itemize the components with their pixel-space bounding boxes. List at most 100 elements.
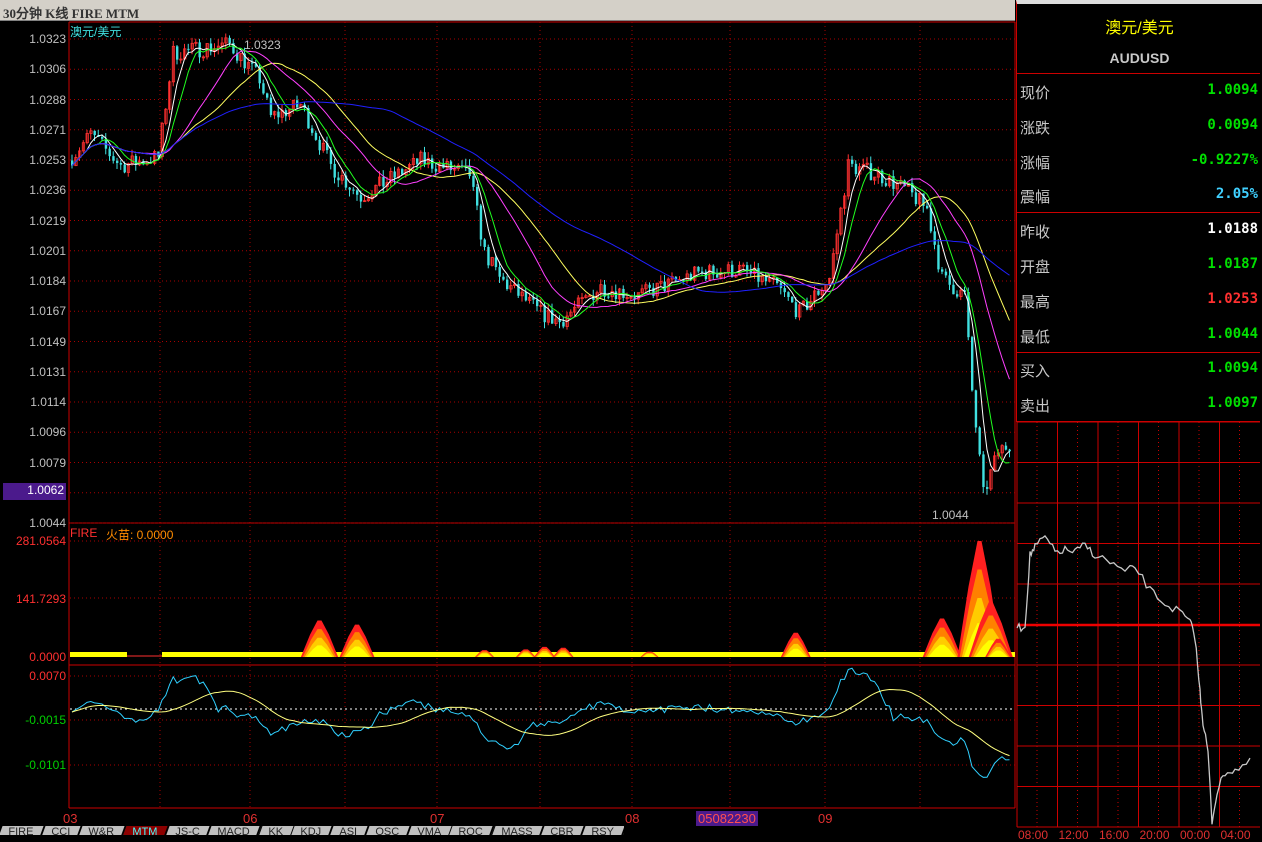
quote-row: 昨收 1.0188: [1020, 221, 1258, 241]
candle-body: [277, 111, 280, 118]
ma-line-20: [71, 50, 1010, 380]
tab-roc[interactable]: ROC: [447, 826, 496, 835]
intraday-mini-chart[interactable]: [1015, 422, 1262, 835]
tab-wr[interactable]: W&R: [77, 826, 127, 835]
candle-body: [986, 487, 989, 489]
tab-label: FIRE: [8, 826, 34, 835]
tab-macd[interactable]: MACD: [206, 826, 263, 835]
mtm-axis-low: -0.0101: [25, 758, 66, 772]
quote-key: 最高: [1020, 292, 1051, 311]
candle-body: [974, 390, 978, 428]
quote-key: 涨跌: [1020, 118, 1051, 137]
quote-row: 涨幅 -0.9227%: [1020, 152, 1258, 172]
tab-kk[interactable]: KK: [257, 826, 295, 835]
ma-line-5: [71, 43, 1010, 472]
candle-body: [524, 292, 528, 301]
candle-body: [543, 305, 546, 323]
tab-label: VMA: [416, 826, 441, 835]
fire-label: FIRE: [70, 526, 98, 540]
fire-value: 火苗: 0.0000: [106, 528, 174, 542]
candle-body: [262, 83, 265, 94]
tab-mass[interactable]: MASS: [490, 826, 545, 835]
tab-kdj[interactable]: KDJ: [289, 826, 334, 835]
x-label-03: 03: [63, 811, 78, 826]
intraday-price-line: [1016, 535, 1251, 825]
tab-jsc[interactable]: JS-C: [164, 826, 212, 835]
candle-body: [791, 296, 794, 303]
candle-body: [93, 130, 96, 136]
fire-axis-max: 281.0564: [15, 534, 66, 548]
quote-row: 现价 1.0094: [1020, 82, 1258, 102]
quote-row: 开盘 1.0187: [1020, 256, 1258, 276]
candle-body: [764, 276, 768, 282]
price-axis-label: 1.0288: [29, 92, 66, 107]
quote-value: 1.0094: [1207, 360, 1258, 377]
mini-time-label: 08:00: [1018, 828, 1049, 842]
candle-body: [982, 454, 985, 488]
candle-body: [479, 205, 483, 240]
tab-label: KDJ: [300, 826, 322, 835]
candle-body: [359, 194, 363, 202]
tab-label: ASI: [339, 826, 358, 835]
candle-body: [472, 176, 475, 187]
candle-body: [348, 187, 351, 190]
tab-rsy[interactable]: RSY: [580, 826, 624, 835]
tab-cbr[interactable]: CBR: [539, 826, 586, 835]
tab-label: MACD: [217, 826, 250, 835]
quote-key: 震幅: [1020, 188, 1051, 207]
tab-mtm[interactable]: MTM: [121, 826, 170, 835]
candle-body: [187, 48, 190, 50]
quote-key: 现价: [1020, 84, 1051, 102]
candle-body: [851, 159, 854, 164]
candle-body: [757, 268, 760, 282]
price-cursor: 1.0062: [3, 483, 66, 500]
candle-body: [914, 192, 918, 205]
candle-body: [701, 271, 704, 273]
candle-body: [783, 288, 786, 293]
quote-row: 震幅 2.05%: [1020, 186, 1258, 206]
candle-body: [663, 281, 666, 292]
tab-fire[interactable]: FIRE: [0, 826, 46, 835]
mini-time-label: 20:00: [1139, 828, 1170, 842]
tab-label: W&R: [88, 826, 115, 835]
price-axis-label: 1.0184: [29, 274, 66, 288]
ma-line-10: [71, 62, 1010, 321]
tab-vma[interactable]: VMA: [406, 826, 454, 835]
tab-cci[interactable]: CCI: [40, 826, 83, 835]
fire-axis-mid: 141.7293: [15, 592, 66, 606]
candle-body: [123, 164, 126, 173]
quote-key: 开盘: [1020, 258, 1051, 276]
candle-body: [794, 302, 798, 318]
candle-body: [423, 152, 426, 165]
x-label-06: 06: [243, 811, 258, 826]
candle-body: [314, 132, 318, 140]
tab-label: RSY: [591, 826, 615, 835]
tab-label: OSC: [375, 826, 399, 835]
main-chart[interactable]: [0, 0, 1016, 835]
candle-body: [101, 136, 104, 139]
candle-body: [476, 186, 479, 206]
candle-body: [536, 299, 539, 307]
mini-time-label: 16:00: [1099, 828, 1130, 842]
ma-line-8: [71, 45, 1010, 464]
candle-body: [716, 274, 719, 278]
x-label-08: 08: [625, 811, 640, 826]
mini-time-label: 00:00: [1180, 828, 1211, 842]
candle-body: [498, 267, 501, 277]
quote-value: 2.05%: [1215, 186, 1258, 203]
tab-label: JS-C: [175, 826, 200, 835]
divider: [1017, 212, 1260, 213]
quote-value: 1.0188: [1207, 221, 1258, 238]
high-marker: 1.0323: [244, 38, 281, 52]
candle-body: [356, 190, 359, 195]
divider: [1017, 352, 1260, 353]
candle-body: [311, 128, 314, 133]
candle-body: [434, 168, 438, 172]
price-axis-label: 1.0201: [29, 243, 66, 258]
candle-body: [393, 171, 396, 178]
tab-osc[interactable]: OSC: [364, 826, 412, 835]
tab-asi[interactable]: ASI: [328, 826, 370, 835]
tab-label: MASS: [501, 826, 533, 835]
candle-body: [944, 271, 948, 276]
price-axis-label: 1.0131: [29, 364, 66, 379]
